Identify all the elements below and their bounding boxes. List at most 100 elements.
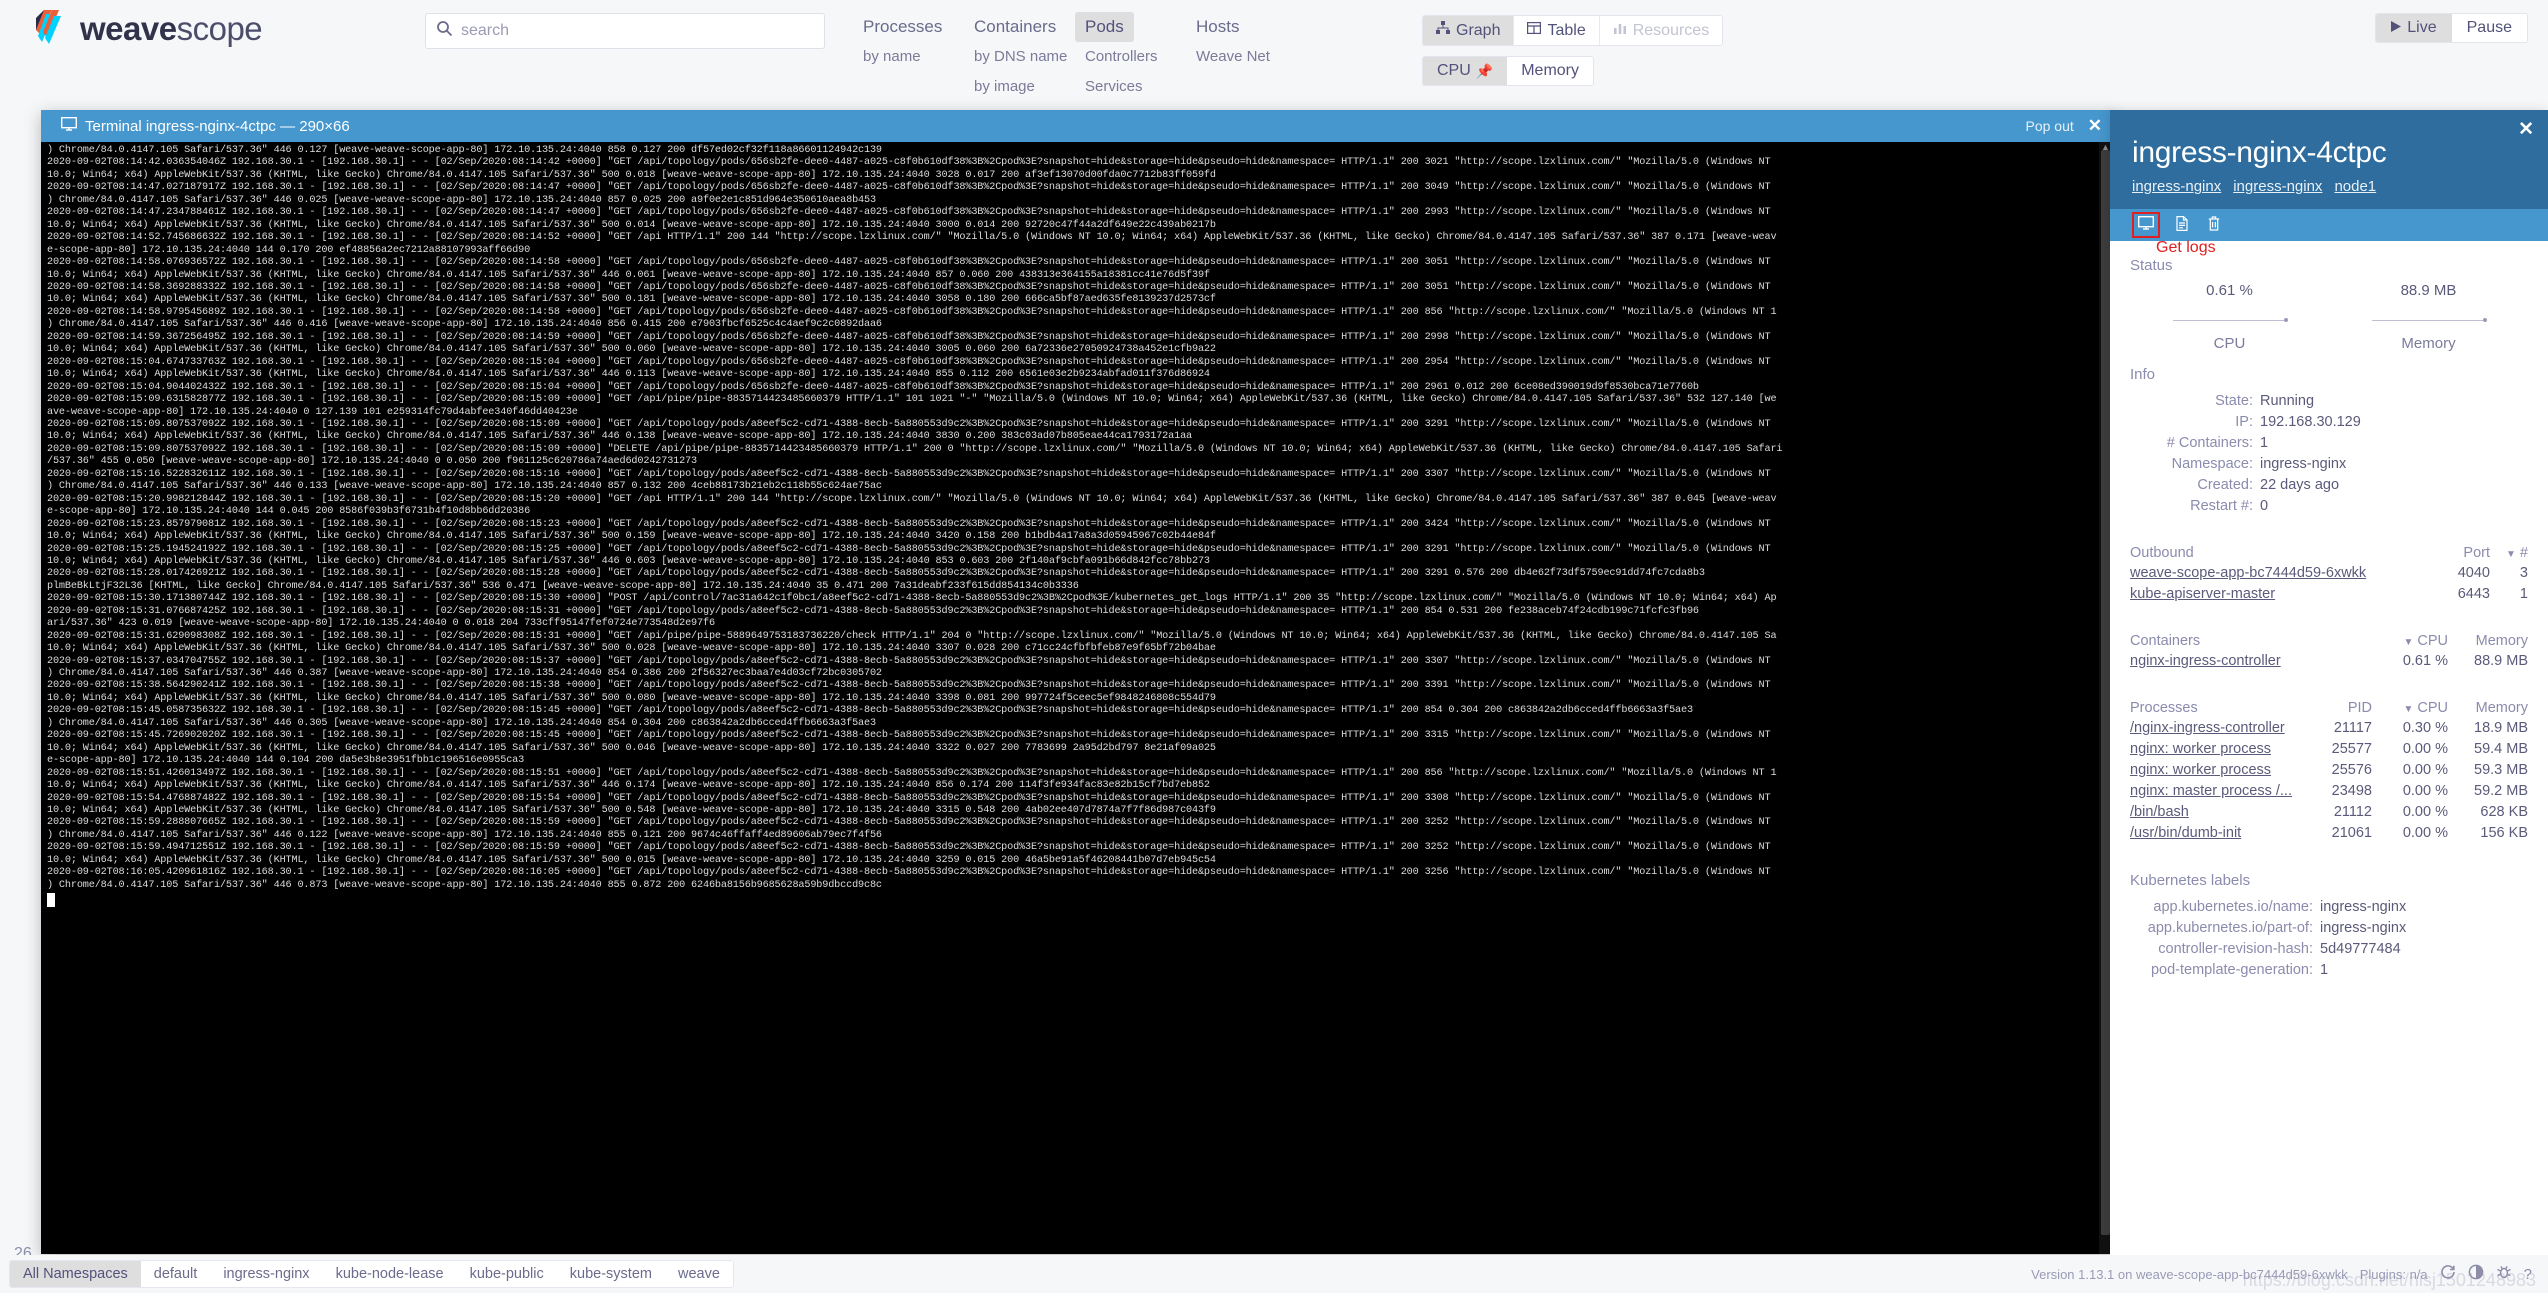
terminal-output[interactable]: ) Chrome/84.0.4147.105 Safari/537.36" 44… [41,142,2114,1254]
label-value-controller-revision-hash: 5d49777484 [2320,939,2401,960]
info-row: Namespace: ingress-nginx [2130,454,2528,475]
outbound-header-count[interactable]: ▼ # [2490,545,2528,561]
play-icon [2391,19,2401,37]
outbound-row-name[interactable]: weave-scope-app-bc7444d59-6xwkk [2130,563,2428,584]
metric-mode-memory-label: Memory [1521,62,1579,80]
topology-item-containers-by-dns-name[interactable]: by DNS name [964,42,1077,72]
label-key-app-part-of: app.kubernetes.io/part-of: [2130,918,2320,939]
processes-header-pid[interactable]: PID [2310,700,2372,716]
play-pause-group: Live Pause [2375,13,2528,43]
topology-column-containers: Containers by DNS name by image [964,12,1075,102]
processes-row-name[interactable]: nginx: master process /... [2130,781,2310,802]
info-key-restart: Restart #: [2130,496,2260,517]
namespace-all[interactable]: All Namespaces [10,1261,141,1287]
containers-row-name[interactable]: nginx-ingress-controller [2130,651,2372,672]
processes-row-name[interactable]: /nginx-ingress-controller [2130,718,2310,739]
namespace-kube-public[interactable]: kube-public [457,1261,557,1287]
processes-row-name[interactable]: nginx: worker process [2130,739,2310,760]
search-input[interactable]: search [425,13,825,49]
metric-mode-cpu[interactable]: CPU 📌 [1423,57,1507,85]
details-breadcrumbs: ingress-nginx ingress-nginx node1 [2132,178,2526,195]
label-key-controller-revision-hash: controller-revision-hash: [2130,939,2320,960]
metric-memory[interactable]: 88.9 MB Memory [2354,282,2504,352]
brand-logo[interactable]: weavescope [30,8,262,50]
table-row: nginx: worker process 25577 0.00 % 59.4 … [2130,739,2528,760]
topology-column-processes: Processes by name [853,12,964,102]
processes-row-name[interactable]: /bin/bash [2130,802,2310,823]
terminal-scrollbar-thumb[interactable] [2101,150,2110,1235]
contrast-icon[interactable] [2468,1264,2484,1284]
metric-mode-memory[interactable]: Memory [1507,57,1593,85]
topology-item-containers-by-image[interactable]: by image [964,72,1045,102]
topology-item-processes-by-name[interactable]: by name [853,42,931,72]
details-close-icon[interactable]: ✕ [2518,118,2534,141]
logs-document-icon[interactable] [2172,214,2192,237]
processes-header-memory[interactable]: Memory [2448,700,2528,716]
topology-item-processes[interactable]: Processes [853,12,952,42]
processes-row-memory: 59.2 MB [2448,781,2528,802]
outbound-header-port[interactable]: Port [2428,545,2490,561]
containers-header-memory[interactable]: Memory [2448,633,2528,649]
topology-item-weave-net[interactable]: Weave Net [1186,42,1280,72]
terminal-title-bar[interactable]: Terminal ingress-nginx-4ctpc — 290×66 Po… [41,110,2114,142]
processes-row-memory: 59.3 MB [2448,760,2528,781]
processes-table: Processes PID ▼ CPU Memory /nginx-ingres… [2130,700,2528,844]
info-value-state: Running [2260,391,2314,412]
info-row: # Containers: 1 [2130,433,2528,454]
live-button[interactable]: Live [2376,14,2451,42]
outbound-table: Outbound Port ▼ # weave-scope-app-bc7444… [2130,545,2528,605]
topology-item-controllers[interactable]: Controllers [1075,42,1168,72]
topology-item-hosts[interactable]: Hosts [1186,12,1249,42]
outbound-row-name[interactable]: kube-apiserver-master [2130,584,2428,605]
view-mode-table[interactable]: Table [1514,16,1599,45]
topology-column-hosts: Hosts Weave Net [1186,12,1297,102]
processes-row-cpu: 0.00 % [2372,802,2448,823]
breadcrumb-host[interactable]: node1 [2334,178,2376,195]
topology-item-containers[interactable]: Containers [964,12,1066,42]
metric-cpu[interactable]: 0.61 % CPU [2155,282,2305,352]
refresh-icon[interactable] [2440,1264,2456,1284]
status-metrics: 0.61 % CPU 88.9 MB Memory [2130,282,2528,352]
label-value-pod-template-generation: 1 [2320,960,2328,981]
processes-row-name[interactable]: nginx: worker process [2130,760,2310,781]
terminal-tool-icon[interactable] [2132,212,2160,238]
namespace-ingress-nginx[interactable]: ingress-nginx [210,1261,322,1287]
metric-mode-cpu-label: CPU [1437,62,1471,80]
breadcrumb-namespace[interactable]: ingress-nginx [2132,178,2221,195]
pause-button[interactable]: Pause [2452,14,2527,42]
kubernetes-labels-title: Kubernetes labels [2130,872,2528,889]
topology-item-pods[interactable]: Pods [1075,12,1134,42]
containers-table: Containers ▼ CPU Memory nginx-ingress-co… [2130,633,2528,672]
terminal-close-icon[interactable]: ✕ [2088,116,2102,136]
info-value-created: 22 days ago [2260,475,2339,496]
processes-row-name[interactable]: /usr/bin/dumb-init [2130,823,2310,844]
containers-row-cpu: 0.61 % [2372,651,2448,672]
breadcrumb-controller[interactable]: ingress-nginx [2233,178,2322,195]
namespace-weave[interactable]: weave [665,1261,733,1287]
namespace-kube-system[interactable]: kube-system [557,1261,665,1287]
footer-version: Version 1.13.1 on weave-scope-app-bc7444… [2031,1267,2348,1282]
terminal-popout-button[interactable]: Pop out [2025,118,2073,134]
info-key-state: State: [2130,391,2260,412]
trash-icon[interactable] [2204,214,2224,237]
topology-nav: Processes by name Containers by DNS name… [853,12,1297,102]
containers-header-cpu[interactable]: ▼ CPU [2372,633,2448,649]
metric-cpu-label: CPU [2155,335,2305,352]
top-bar: weavescope search Processes by name Cont… [0,0,2548,108]
topology-item-services[interactable]: Services [1075,72,1153,102]
namespace-kube-node-lease[interactable]: kube-node-lease [323,1261,457,1287]
pin-icon[interactable]: 📌 [1476,63,1493,80]
info-key-containers: # Containers: [2130,433,2260,454]
label-key-app-name: app.kubernetes.io/name: [2130,897,2320,918]
processes-header-cpu[interactable]: ▼ CPU [2372,700,2448,716]
processes-row-cpu: 0.00 % [2372,823,2448,844]
node-details-panel: ✕ ingress-nginx-4ctpc ingress-nginx ingr… [2110,110,2548,1255]
live-label: Live [2407,19,2436,37]
troubleshoot-icon[interactable] [2496,1264,2512,1284]
help-icon[interactable]: ? [2524,1266,2532,1283]
sort-caret-icon: ▼ [2403,637,2413,648]
info-key-created: Created: [2130,475,2260,496]
view-mode-resources[interactable]: Resources [1600,16,1722,45]
namespace-default[interactable]: default [141,1261,211,1287]
view-mode-graph[interactable]: Graph [1423,16,1514,45]
